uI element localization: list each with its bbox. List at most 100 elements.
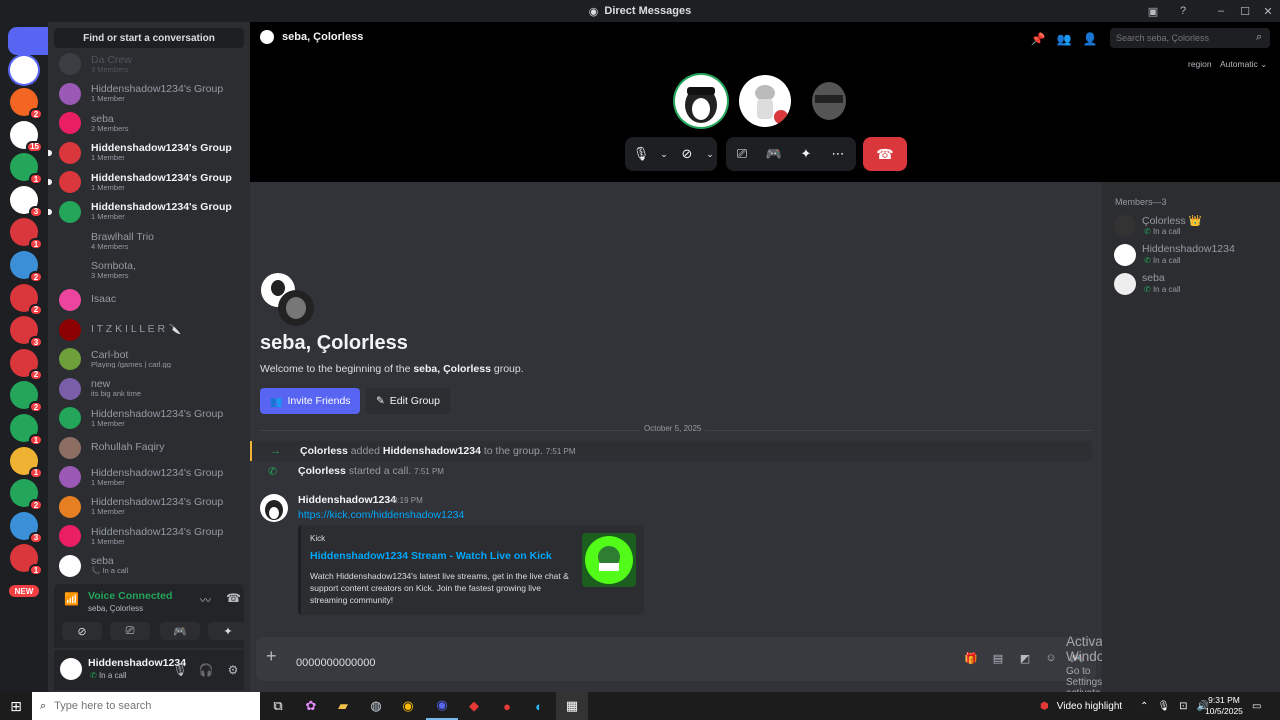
dm-item[interactable]: Da Crew 3 Members bbox=[56, 50, 242, 78]
dm-item[interactable]: Hiddenshadow1234's Group 1 Member bbox=[56, 80, 242, 108]
dm-item[interactable]: Hiddenshadow1234's Group 1 Member bbox=[56, 493, 242, 521]
message-author[interactable]: Hiddenshadow1234 bbox=[298, 494, 396, 506]
server-icon[interactable]: 2 bbox=[10, 381, 43, 414]
dm-item[interactable]: I T Z K I L L E R 🔪 bbox=[56, 316, 242, 344]
disconnect-icon[interactable]: ☎ bbox=[226, 591, 241, 605]
server-icon[interactable]: 2 bbox=[10, 348, 43, 381]
member-item[interactable]: Hiddenshadow1234 ✆ In a call bbox=[1114, 242, 1274, 268]
microphone-icon[interactable]: 🎙 bbox=[625, 137, 657, 171]
embed-thumbnail[interactable] bbox=[582, 533, 636, 587]
call-avatar-colorless[interactable] bbox=[675, 75, 727, 127]
minimize-button[interactable]: – bbox=[1209, 0, 1233, 22]
video-off-icon[interactable]: ⊘ bbox=[671, 137, 703, 171]
microphone-icon[interactable]: 🎙 bbox=[1157, 701, 1170, 712]
chevron-down-icon[interactable]: ⌄ bbox=[703, 137, 717, 171]
close-button[interactable]: ✕ bbox=[1256, 0, 1280, 22]
server-icon[interactable]: 2 bbox=[10, 251, 43, 283]
message-avatar[interactable] bbox=[260, 494, 288, 522]
app-icon[interactable]: ● bbox=[491, 692, 523, 720]
embed-title[interactable]: Hiddenshadow1234 Stream - Watch Live on … bbox=[310, 550, 552, 562]
server-icon[interactable]: 1 bbox=[10, 446, 43, 479]
help-icon[interactable]: ? bbox=[1171, 0, 1195, 22]
server-icon[interactable]: 1 bbox=[10, 153, 43, 186]
server-icon[interactable]: 2 bbox=[10, 88, 43, 120]
copilot-icon[interactable]: ✿ bbox=[295, 692, 327, 720]
app-icon[interactable]: ▦ bbox=[556, 692, 588, 720]
inbox-icon[interactable]: ▣ bbox=[1141, 0, 1165, 22]
dm-item[interactable]: Hiddenshadow1234's Group 1 Member bbox=[48, 139, 242, 167]
roblox-icon[interactable]: ◆ bbox=[458, 692, 490, 720]
screen-share-icon[interactable]: ⎚ bbox=[726, 137, 758, 171]
plus-icon[interactable]: + bbox=[266, 646, 277, 667]
server-icon[interactable]: 1 bbox=[10, 414, 43, 446]
edit-group-button[interactable]: ✎ Edit Group bbox=[366, 388, 450, 414]
add-friend-icon[interactable]: 👥 bbox=[1056, 31, 1072, 47]
notification-icon[interactable]: ▭ bbox=[1252, 692, 1261, 720]
noise-suppression-icon[interactable]: 〰 bbox=[200, 592, 211, 608]
chevron-up-icon[interactable]: ⌃ bbox=[1140, 701, 1148, 712]
network-icon[interactable]: ⊡ bbox=[1179, 701, 1187, 712]
edge-icon[interactable]: ◐ bbox=[523, 692, 555, 720]
voice-status[interactable]: Voice Connected bbox=[88, 590, 172, 602]
taskbar-search[interactable]: ⌕ bbox=[32, 692, 260, 720]
dm-item[interactable]: Hiddenshadow1234's Group 1 Member bbox=[48, 198, 242, 226]
server-icon[interactable]: 3 bbox=[10, 185, 43, 218]
task-view-icon[interactable]: ⧉ bbox=[262, 692, 294, 720]
settings-gear-icon[interactable]: ⚙ bbox=[225, 662, 241, 678]
call-avatar-seba[interactable] bbox=[803, 75, 855, 127]
find-conversation-button[interactable]: Find or start a conversation bbox=[54, 28, 244, 48]
invite-friends-button[interactable]: 👥 Invite Friends bbox=[260, 388, 360, 414]
region-select[interactable]: Automatic ⌄ bbox=[1220, 59, 1267, 70]
activity-button[interactable]: 🎮 bbox=[160, 622, 200, 640]
emoji-icon[interactable]: ☺ bbox=[1042, 649, 1060, 667]
headphones-icon[interactable]: 🎧 bbox=[198, 662, 214, 678]
server-icon[interactable]: 1 bbox=[10, 218, 43, 251]
steam-icon[interactable]: ◍ bbox=[360, 692, 392, 720]
server-icon[interactable]: 15 bbox=[10, 120, 43, 153]
voice-channel[interactable]: seba, Çolorless bbox=[88, 604, 143, 613]
pin-icon[interactable]: 📌 bbox=[1030, 31, 1046, 47]
microphone-icon[interactable]: 🎙 bbox=[172, 662, 188, 678]
video-highlight[interactable]: ⬢ Video highlight bbox=[1040, 692, 1122, 720]
maximize-button[interactable]: ☐ bbox=[1233, 0, 1257, 22]
chevron-down-icon[interactable]: ⌄ bbox=[657, 137, 671, 171]
sticker-icon[interactable]: ◩ bbox=[1016, 649, 1034, 667]
message-input[interactable] bbox=[296, 655, 896, 671]
message-link[interactable]: https://kick.com/hiddenshadow1234 bbox=[298, 509, 464, 521]
file-explorer-icon[interactable]: ▰ bbox=[327, 692, 359, 720]
soundboard-button[interactable]: ✦ bbox=[208, 622, 248, 640]
dm-item[interactable]: Hiddenshadow1234's Group 1 Member bbox=[56, 404, 242, 432]
more-icon[interactable]: ⋯ bbox=[822, 137, 854, 171]
target-name[interactable]: Hiddenshadow1234 bbox=[383, 445, 481, 457]
chrome-icon[interactable]: ◉ bbox=[392, 692, 424, 720]
actor-name[interactable]: Çolorless bbox=[300, 445, 348, 457]
gift-icon[interactable]: 🎁 bbox=[962, 649, 980, 667]
gamepad-icon[interactable]: 🎮 bbox=[758, 137, 790, 171]
user-avatar[interactable] bbox=[60, 658, 82, 680]
video-off-button[interactable]: ⊘ bbox=[62, 622, 102, 640]
discord-taskbar-icon[interactable]: ◉ bbox=[426, 692, 458, 720]
dm-item[interactable]: Hiddenshadow1234's Group 1 Member bbox=[56, 463, 242, 491]
call-avatar-hiddenshadow[interactable] bbox=[739, 75, 791, 127]
server-icon[interactable]: 1 bbox=[10, 544, 43, 577]
server-icon[interactable]: 3 bbox=[10, 511, 43, 544]
member-list-icon[interactable]: 👤 bbox=[1082, 31, 1098, 47]
dm-item[interactable]: Isaac bbox=[56, 286, 242, 314]
dm-item[interactable]: Brawlhall Trio 4 Members bbox=[56, 227, 242, 255]
dm-item[interactable]: Sombota, 3 Members bbox=[56, 257, 242, 285]
clock[interactable]: 9:31 PM 10/5/2025 bbox=[1202, 695, 1246, 717]
dm-item[interactable]: seba 📞 In a call bbox=[56, 552, 242, 580]
member-item[interactable]: seba ✆ In a call bbox=[1114, 271, 1274, 297]
hang-up-button[interactable]: ☎ bbox=[863, 137, 907, 171]
server-icon[interactable]: 2 bbox=[10, 479, 43, 512]
soundboard-icon[interactable]: ✦ bbox=[790, 137, 822, 171]
group-dm-icon[interactable] bbox=[10, 56, 38, 84]
screen-share-button[interactable]: ⎚ bbox=[110, 622, 150, 640]
start-button[interactable]: ⊞ bbox=[0, 692, 32, 720]
dm-item[interactable]: seba 2 Members bbox=[56, 109, 242, 137]
dm-item[interactable]: new its big ank time bbox=[56, 375, 242, 403]
dm-item[interactable]: Hiddenshadow1234's Group 1 Member bbox=[56, 522, 242, 550]
server-icon[interactable]: 3 bbox=[10, 316, 43, 349]
gif-icon[interactable]: ▤ bbox=[989, 649, 1007, 667]
taskbar-search-input[interactable] bbox=[54, 700, 245, 712]
